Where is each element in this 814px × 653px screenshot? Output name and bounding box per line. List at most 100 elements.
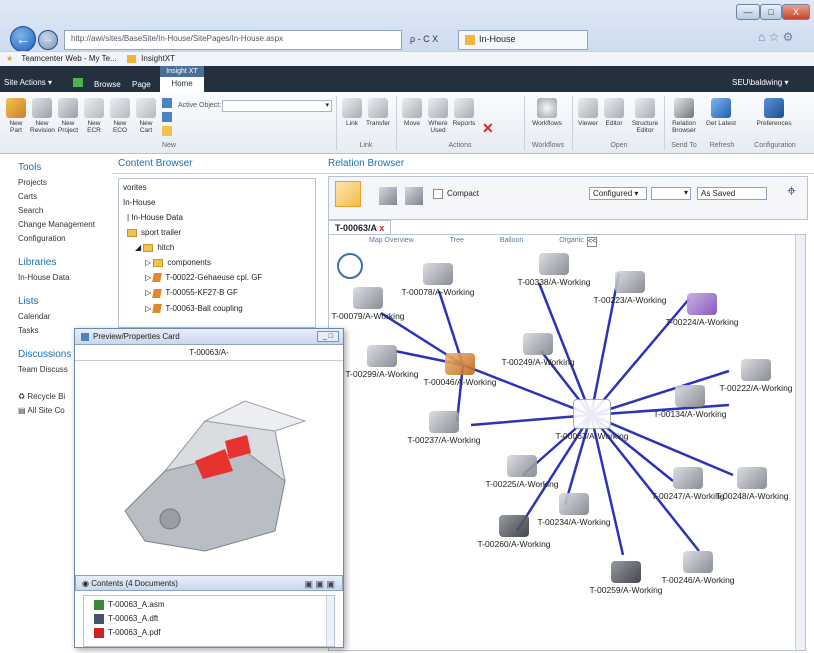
graph-node-root[interactable]: T-00063/A-Working	[553, 399, 631, 441]
new-eco-button[interactable]: New ECO	[108, 98, 132, 134]
nav-configuration[interactable]: Configuration	[18, 234, 112, 243]
fav-item-insightxt[interactable]: InsightXT	[141, 54, 175, 63]
new-ecr-button[interactable]: New ECR	[82, 98, 106, 134]
list-item[interactable]: T-00063_A.asm	[94, 600, 334, 610]
graph-node[interactable]: T-00224/A-Working	[663, 293, 741, 327]
graph-node[interactable]: T-00223/A-Working	[591, 271, 669, 305]
graph-node[interactable]: T-00046/A-Working	[421, 353, 499, 387]
graph-node[interactable]: T-00260/A-Working	[475, 515, 553, 549]
address-controls[interactable]: ρ - C X	[410, 34, 438, 44]
home-star-gear-icon[interactable]: ⌂ ☆ ⚙	[758, 30, 793, 44]
forward-icon[interactable]: →	[38, 30, 58, 50]
expand-arrow-icon[interactable]: ◢	[135, 243, 143, 252]
expand-tool-icon[interactable]	[379, 187, 397, 205]
transfer-button[interactable]: Transfer	[366, 98, 390, 127]
print-tool-icon[interactable]	[405, 187, 423, 205]
doc-tab[interactable]: T-00063/A x	[328, 220, 392, 234]
home-tab[interactable]: Home	[160, 77, 204, 92]
documents-list[interactable]: T-00063_A.asm T-00063_A.dft T-00063_A.pd…	[83, 595, 335, 647]
address-bar[interactable]: http://awi/sites/BaseSite/In-House/SiteP…	[64, 30, 402, 50]
relation-browser-button[interactable]: Relation Browser	[668, 98, 700, 134]
graph-node[interactable]: T-00078/A-Working	[399, 263, 477, 297]
where-used-button[interactable]: Where Used	[426, 98, 450, 134]
revision-rule-select[interactable]: ▾	[651, 187, 691, 200]
new-cart-button[interactable]: New Cart	[134, 98, 158, 134]
delete-icon[interactable]: ✕	[482, 120, 494, 137]
collapse-arrow-icon[interactable]: ▷	[145, 258, 153, 267]
tree-item[interactable]: ▷ T-00022-Gehaeuse cpl. GF	[123, 273, 311, 283]
maximize-button[interactable]: □	[760, 4, 782, 20]
user-menu[interactable]: SEU\baldwing ▾	[732, 78, 789, 87]
tools-heading[interactable]: Tools	[18, 162, 112, 173]
tree-item[interactable]: ▷ T-00055-KF27-B GF	[123, 288, 311, 298]
page-tab[interactable]: Page	[132, 80, 151, 89]
as-saved-select[interactable]: As Saved	[697, 187, 767, 200]
graph-node[interactable]: T-00299/A-Working	[343, 345, 421, 379]
active-object-select[interactable]: ▾	[222, 100, 332, 112]
site-actions-menu[interactable]: Site Actions ▾	[4, 78, 52, 87]
nav-calendar[interactable]: Calendar	[18, 312, 112, 321]
graph-node[interactable]: T-00246/A-Working	[659, 551, 737, 585]
preview-3d-viewport[interactable]	[75, 361, 343, 575]
compact-checkbox[interactable]	[433, 189, 443, 199]
graph-node[interactable]: T-00237/A-Working	[405, 411, 483, 445]
nav-change-management[interactable]: Change Management	[18, 220, 112, 229]
get-latest-button[interactable]: Get Latest	[706, 98, 736, 127]
tree-item[interactable]: sport trailer	[123, 228, 311, 237]
libraries-heading[interactable]: Libraries	[18, 257, 112, 268]
new-project-button[interactable]: New Project	[56, 98, 80, 134]
structure-editor-button[interactable]: Structure Editor	[630, 98, 660, 134]
graph-node[interactable]: T-00248/A-Working	[713, 467, 791, 501]
tree-item[interactable]: | In-House Data	[123, 213, 311, 222]
graph-node[interactable]: T-00225/A-Working	[483, 455, 561, 489]
list-scrollbar[interactable]	[326, 596, 334, 646]
minimize-button[interactable]: —	[736, 4, 760, 20]
reports-button[interactable]: Reports	[452, 98, 476, 127]
tree-item[interactable]: ▷ components	[123, 258, 311, 267]
nav-projects[interactable]: Projects	[18, 178, 112, 187]
graph-node[interactable]: T-00338/A-Working	[515, 253, 593, 287]
tree-item[interactable]: ▷ T-00063-Ball coupling	[123, 304, 311, 314]
preview-titlebar[interactable]: Preview/Properties Card _ □	[75, 329, 343, 345]
nav-search[interactable]: Search	[18, 206, 112, 215]
small-action-icon[interactable]	[162, 98, 172, 108]
graph-node[interactable]: T-00259/A-Working	[587, 561, 665, 595]
move-button[interactable]: Move	[400, 98, 424, 127]
contents-tool-icons[interactable]: ▣ ▣ ▣	[304, 579, 335, 590]
nav-in-house-data[interactable]: In-House Data	[18, 273, 112, 282]
lists-heading[interactable]: Lists	[18, 296, 112, 307]
folder-icon[interactable]	[162, 126, 172, 136]
preview-window[interactable]: Preview/Properties Card _ □ T-00063/A- ◉…	[74, 328, 344, 648]
viewer-button[interactable]: Viewer	[576, 98, 600, 127]
tree-item[interactable]: ◢ hitch	[123, 243, 311, 252]
navigate-up-icon[interactable]	[73, 78, 83, 87]
graph-node[interactable]: T-00249/A-Working	[499, 333, 577, 367]
nav-carts[interactable]: Carts	[18, 192, 112, 201]
editor-button[interactable]: Editor	[602, 98, 626, 127]
back-icon[interactable]: ←	[10, 26, 36, 52]
list-item[interactable]: T-00063_A.pdf	[94, 628, 334, 638]
preferences-button[interactable]: Preferences	[752, 98, 796, 127]
content-tree[interactable]: vorites In-House | In-House Data sport t…	[118, 178, 316, 328]
browse-tab[interactable]: Browse	[94, 80, 121, 89]
preview-close-button[interactable]: _ □	[317, 331, 339, 342]
new-part-button[interactable]: New Part	[4, 98, 28, 134]
new-revision-button[interactable]: New Revision	[30, 98, 55, 134]
configured-select[interactable]: Configured ▾	[589, 187, 647, 200]
close-tab-icon[interactable]: x	[379, 223, 384, 233]
list-item[interactable]: T-00063_A.dft	[94, 614, 334, 624]
fit-view-icon[interactable]: ⌖	[787, 183, 796, 201]
small-action-icon[interactable]	[162, 112, 172, 122]
link-button[interactable]: Link	[340, 98, 364, 127]
close-window-button[interactable]: X	[782, 4, 810, 20]
tree-item[interactable]: vorites	[123, 183, 311, 192]
browser-tab[interactable]: In-House	[458, 30, 588, 50]
workflows-button[interactable]: Workflows	[530, 98, 564, 127]
tree-item[interactable]: In-House	[123, 198, 311, 207]
graph-node[interactable]: T-00134/A-Working	[651, 385, 729, 419]
graph-node[interactable]: T-00079/A-Working	[329, 287, 407, 321]
layout-icon[interactable]	[335, 181, 361, 207]
relation-graph[interactable]: Map Overview Tree Balloon Organic << T-0…	[328, 234, 806, 651]
favorites-star-icon[interactable]: ★	[6, 54, 13, 63]
fav-item-teamcenter[interactable]: Teamcenter Web - My Te...	[21, 54, 116, 63]
